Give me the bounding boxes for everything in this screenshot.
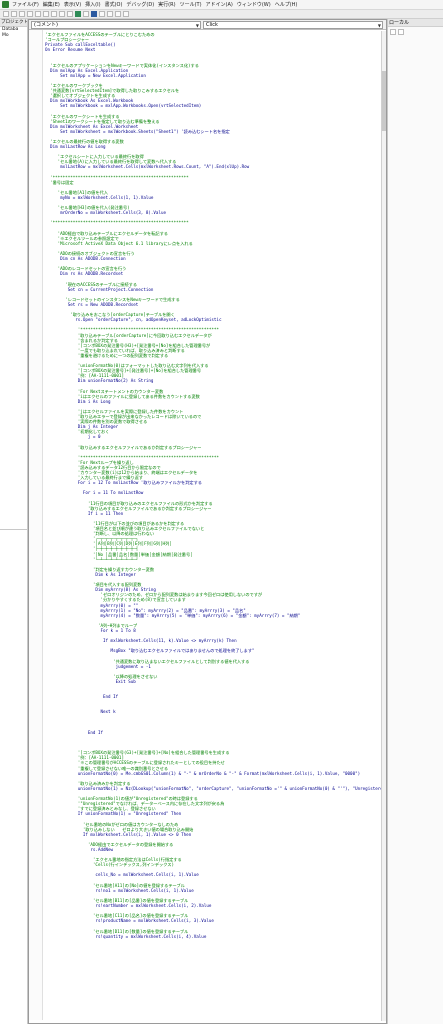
design-mode-icon[interactable] — [99, 11, 105, 17]
menu-item-addins[interactable]: アドイン(A) — [205, 1, 234, 8]
menu-item-file[interactable]: ファイル(F) — [11, 1, 40, 8]
menu-item-view[interactable]: 表示(V) — [63, 1, 82, 8]
run-icon[interactable] — [75, 11, 81, 17]
code-editor[interactable]: 'エクセルファイルをACCESSのテーブルにとりこむための 'コールプロシージャー… — [29, 30, 386, 1020]
code-line[interactable]: unionFormatNo(0) = Me.cmbGS01.Column(1) … — [45, 771, 382, 776]
access-app-icon — [2, 1, 9, 8]
object-combo-value: (コメント) — [34, 22, 58, 28]
vertical-scrollbar[interactable] — [381, 31, 386, 1021]
menu-item-format[interactable]: 書式(O) — [104, 1, 124, 8]
code-margin[interactable] — [29, 30, 43, 1020]
code-line[interactable] — [45, 939, 382, 944]
code-combo-row: (コメント) ▼ Click ▼ — [29, 20, 386, 30]
properties-window-icon[interactable] — [115, 11, 121, 17]
project-explorer: プロジェクト Databa Mo — [0, 19, 28, 529]
insert-module-icon[interactable] — [11, 11, 17, 17]
break-icon[interactable] — [83, 11, 89, 17]
code-lines[interactable]: 'エクセルファイルをACCESSのテーブルにとりこむための 'コールプロシージャー… — [45, 32, 382, 944]
locals-window: ローカル — [387, 19, 443, 1024]
locals-toolbar-icon[interactable] — [398, 29, 404, 35]
copy-icon[interactable] — [35, 11, 41, 17]
menu-bar: ファイル(F) 編集(E) 表示(V) 挿入(I) 書式(O) デバッグ(D) … — [0, 0, 443, 10]
toolbar — [0, 10, 443, 19]
properties-pane — [0, 529, 28, 1024]
procedure-combo-value: Click — [206, 22, 218, 28]
object-browser-icon[interactable] — [123, 11, 129, 17]
locals-toolbar-icon[interactable] — [390, 29, 396, 35]
locals-header: ローカル — [388, 19, 443, 27]
chevron-down-icon[interactable]: ▼ — [378, 23, 381, 29]
procedure-combo[interactable]: Click ▼ — [203, 21, 383, 29]
reset-icon[interactable] — [91, 11, 97, 17]
undo-icon[interactable] — [59, 11, 65, 17]
project-explorer-header: プロジェクト — [0, 19, 27, 27]
menu-item-edit[interactable]: 編集(E) — [42, 1, 61, 8]
menu-item-run[interactable]: 実行(R) — [157, 1, 176, 8]
view-access-icon[interactable] — [3, 11, 9, 17]
scrollbar-thumb[interactable] — [382, 71, 386, 131]
project-explorer-icon[interactable] — [107, 11, 113, 17]
cut-icon[interactable] — [27, 11, 33, 17]
menu-item-window[interactable]: ウィンドウ(W) — [236, 1, 272, 8]
menu-item-tools[interactable]: ツール(T) — [179, 1, 203, 8]
menu-item-help[interactable]: ヘルプ(H) — [274, 1, 299, 8]
chevron-down-icon[interactable]: ▼ — [196, 23, 199, 29]
paste-icon[interactable] — [43, 11, 49, 17]
find-icon[interactable] — [51, 11, 57, 17]
code-line[interactable]: unionFormatNo(1) = Nz(DLookup("unionForm… — [45, 786, 382, 791]
save-icon[interactable] — [19, 11, 25, 17]
code-window: (コメント) ▼ Click ▼ 'エクセルファイルをACCESSのテーブルにと… — [28, 19, 387, 1024]
redo-icon[interactable] — [67, 11, 73, 17]
menu-item-debug[interactable]: デバッグ(D) — [125, 1, 155, 8]
menu-item-insert[interactable]: 挿入(I) — [84, 1, 101, 8]
tree-item-module[interactable]: Mo — [0, 33, 27, 39]
object-combo[interactable]: (コメント) ▼ — [31, 21, 201, 29]
